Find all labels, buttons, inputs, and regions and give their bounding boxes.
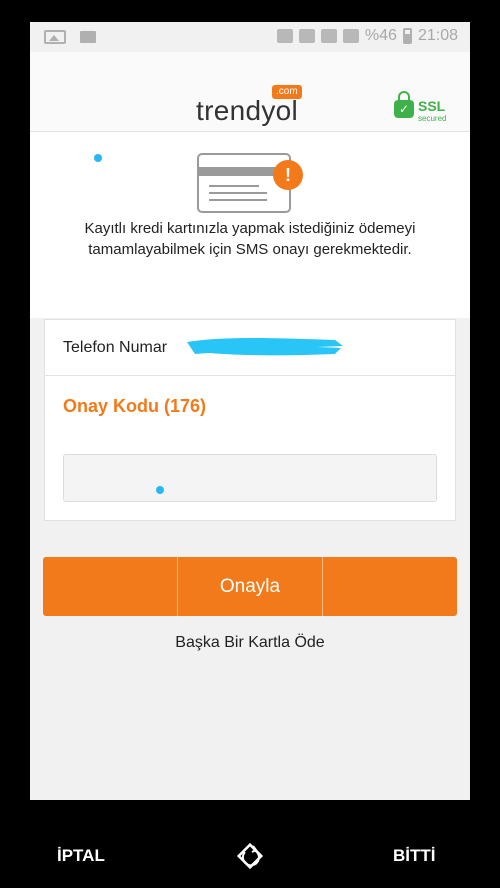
mute-icon [276,29,293,43]
cancel-button[interactable]: İPTAL [57,846,105,866]
ssl-sub-label: secured [418,114,447,123]
gallery-notification-icon [44,30,66,44]
app-screen: %46 21:08 trendyol .com ✓ SSL secured ! … [30,22,470,800]
phone-number-row: Telefon Numar [45,320,455,376]
ssl-badge: ✓ SSL secured [392,90,452,128]
verification-code-label: Onay Kodu (176) [63,396,207,416]
approve-button[interactable]: Onayla [43,557,457,616]
phone-redaction-mark [187,338,343,356]
status-bar: %46 21:08 [30,22,470,52]
clock: 21:08 [417,27,458,44]
logo-com-badge: .com [272,85,302,99]
ssl-label: SSL [418,98,446,114]
data-icon [320,29,337,43]
info-line-2: tamamlayabilmek için SMS onayı gerekmekt… [88,241,412,258]
folder-notification-icon [80,31,96,43]
rotate-icon[interactable] [234,840,266,872]
trendyol-logo: trendyol [196,95,299,126]
sms-info-message: Kayıtlı kredi kartınızla yapmak istediği… [30,218,470,260]
signal-icon [342,29,359,43]
sms-form-card: Telefon Numar Onay Kodu (176) [44,319,456,521]
touch-indicator [94,154,102,162]
done-button[interactable]: BİTTİ [393,846,436,866]
pay-with-other-card-link[interactable]: Başka Bir Kartla Öde [30,634,470,652]
editor-bottom-bar: İPTAL BİTTİ [0,800,500,888]
phone-number-label: Telefon Numar [63,339,168,356]
battery-percent: %46 [364,27,397,44]
alarm-icon [298,29,315,43]
approve-label: Onayla [219,575,281,597]
info-line-1: Kayıtlı kredi kartınızla yapmak istediği… [84,220,416,237]
battery-icon [402,28,412,44]
touch-indicator [156,486,164,494]
warning-icon: ! [273,160,303,190]
lock-icon: ✓ [394,91,414,118]
header: trendyol .com ✓ SSL secured [30,52,470,132]
verification-code-input[interactable] [63,454,437,502]
